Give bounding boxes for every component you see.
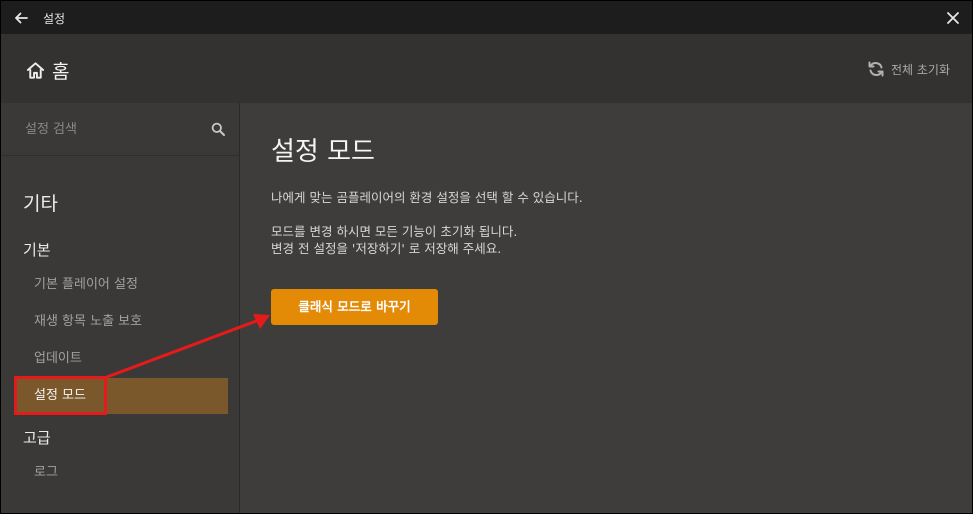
annotation-highlight-box [14,376,107,415]
reset-all-button[interactable]: 전체 초기화 [867,60,950,78]
back-arrow-icon[interactable] [13,10,29,26]
search-icon[interactable] [211,122,225,136]
switch-classic-mode-button[interactable]: 클래식 모드로 바꾸기 [271,289,438,325]
search-bar [1,103,239,156]
description-line-1: 나에게 맞는 곰플레이어의 환경 설정을 선택 할 수 있습니다. [271,190,583,205]
close-icon[interactable] [946,11,960,25]
section-etc-heading: 기타 [23,193,58,215]
home-button[interactable]: 홈 [25,57,69,84]
page-title: 설정 모드 [271,137,375,167]
description-line-3: 변경 전 설정을 '저장하기' 로 저장해 주세요. [271,241,502,256]
sidebar-item-playback-protection[interactable]: 재생 항목 노출 보호 [14,304,228,340]
sidebar-item-update[interactable]: 업데이트 [14,341,228,377]
home-label: 홈 [52,61,70,83]
window-title: 설정 [43,12,66,26]
settings-header: 홈 전체 초기화 [1,34,972,103]
home-icon [26,62,45,79]
settings-sidebar: 기타 기본 기본 플레이어 설정 재생 항목 노출 보호 업데이트 설정 모드 … [1,103,240,513]
reset-all-label: 전체 초기화 [890,62,950,77]
settings-window: 설정 홈 전체 초기화 설정 검색 기타 기본 기본 플레이어 설정 재생 항목… [0,0,973,514]
section-basic-heading: 기본 [23,241,51,259]
search-input[interactable] [23,117,207,141]
description-line-2: 모드를 변경 하시면 모든 기능이 초기화 됩니다. [271,224,518,239]
main-content: 설정 모드 나에게 맞는 곰플레이어의 환경 설정을 선택 할 수 있습니다. … [240,103,972,513]
title-bar: 설정 [1,1,972,34]
section-advanced-heading: 고급 [23,429,51,447]
sidebar-item-log[interactable]: 로그 [14,455,228,491]
refresh-icon [868,61,884,77]
sidebar-item-basic-player[interactable]: 기본 플레이어 설정 [14,267,228,303]
